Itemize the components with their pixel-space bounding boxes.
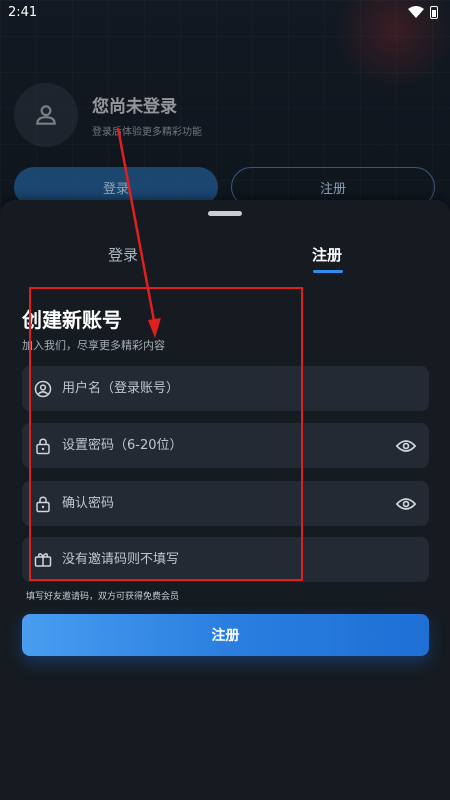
password-input[interactable] [62,438,395,453]
wifi-icon [408,6,424,18]
profile-subtitle: 登录后体验更多精彩功能 [92,127,202,138]
show-password-eye-icon[interactable] [395,438,417,454]
invite-hint: 填写好友邀请码，双方可获得免费会员 [26,592,180,602]
confirm-password-input[interactable] [62,496,395,511]
tab-register[interactable]: 注册 [312,244,342,265]
form-title: 创建新账号 [22,308,122,332]
user-icon [36,105,56,125]
form-subtitle: 加入我们，尽享更多精彩内容 [22,339,165,352]
username-field[interactable] [22,366,429,411]
status-bar: 2:41 [0,0,450,24]
profile-header: 您尚未登录 登录后体验更多精彩功能 [14,83,202,147]
invite-code-field[interactable] [22,537,429,582]
username-input[interactable] [62,381,417,396]
battery-icon [430,5,438,19]
password-field[interactable] [22,423,429,468]
profile-name: 您尚未登录 [92,97,177,117]
ticket-icon [34,551,52,569]
lock-icon [34,437,52,455]
sheet-drag-handle[interactable] [208,211,242,216]
avatar[interactable] [14,83,78,147]
register-submit-button[interactable]: 注册 [22,614,429,656]
status-time: 2:41 [8,4,38,20]
auth-tabs: 登录 注册 [0,244,450,274]
register-sheet: 登录 注册 创建新账号 加入我们，尽享更多精彩内容 用户名（登录账号） 没有邀请… [0,200,450,800]
tab-login[interactable]: 登录 [108,244,138,265]
status-icons [408,5,438,19]
active-tab-indicator [313,270,343,273]
confirm-password-field[interactable] [22,481,429,526]
user-circle-icon [34,380,52,398]
lock-icon [34,495,52,513]
invite-code-input[interactable] [62,552,417,567]
show-confirm-password-eye-icon[interactable] [395,496,417,512]
